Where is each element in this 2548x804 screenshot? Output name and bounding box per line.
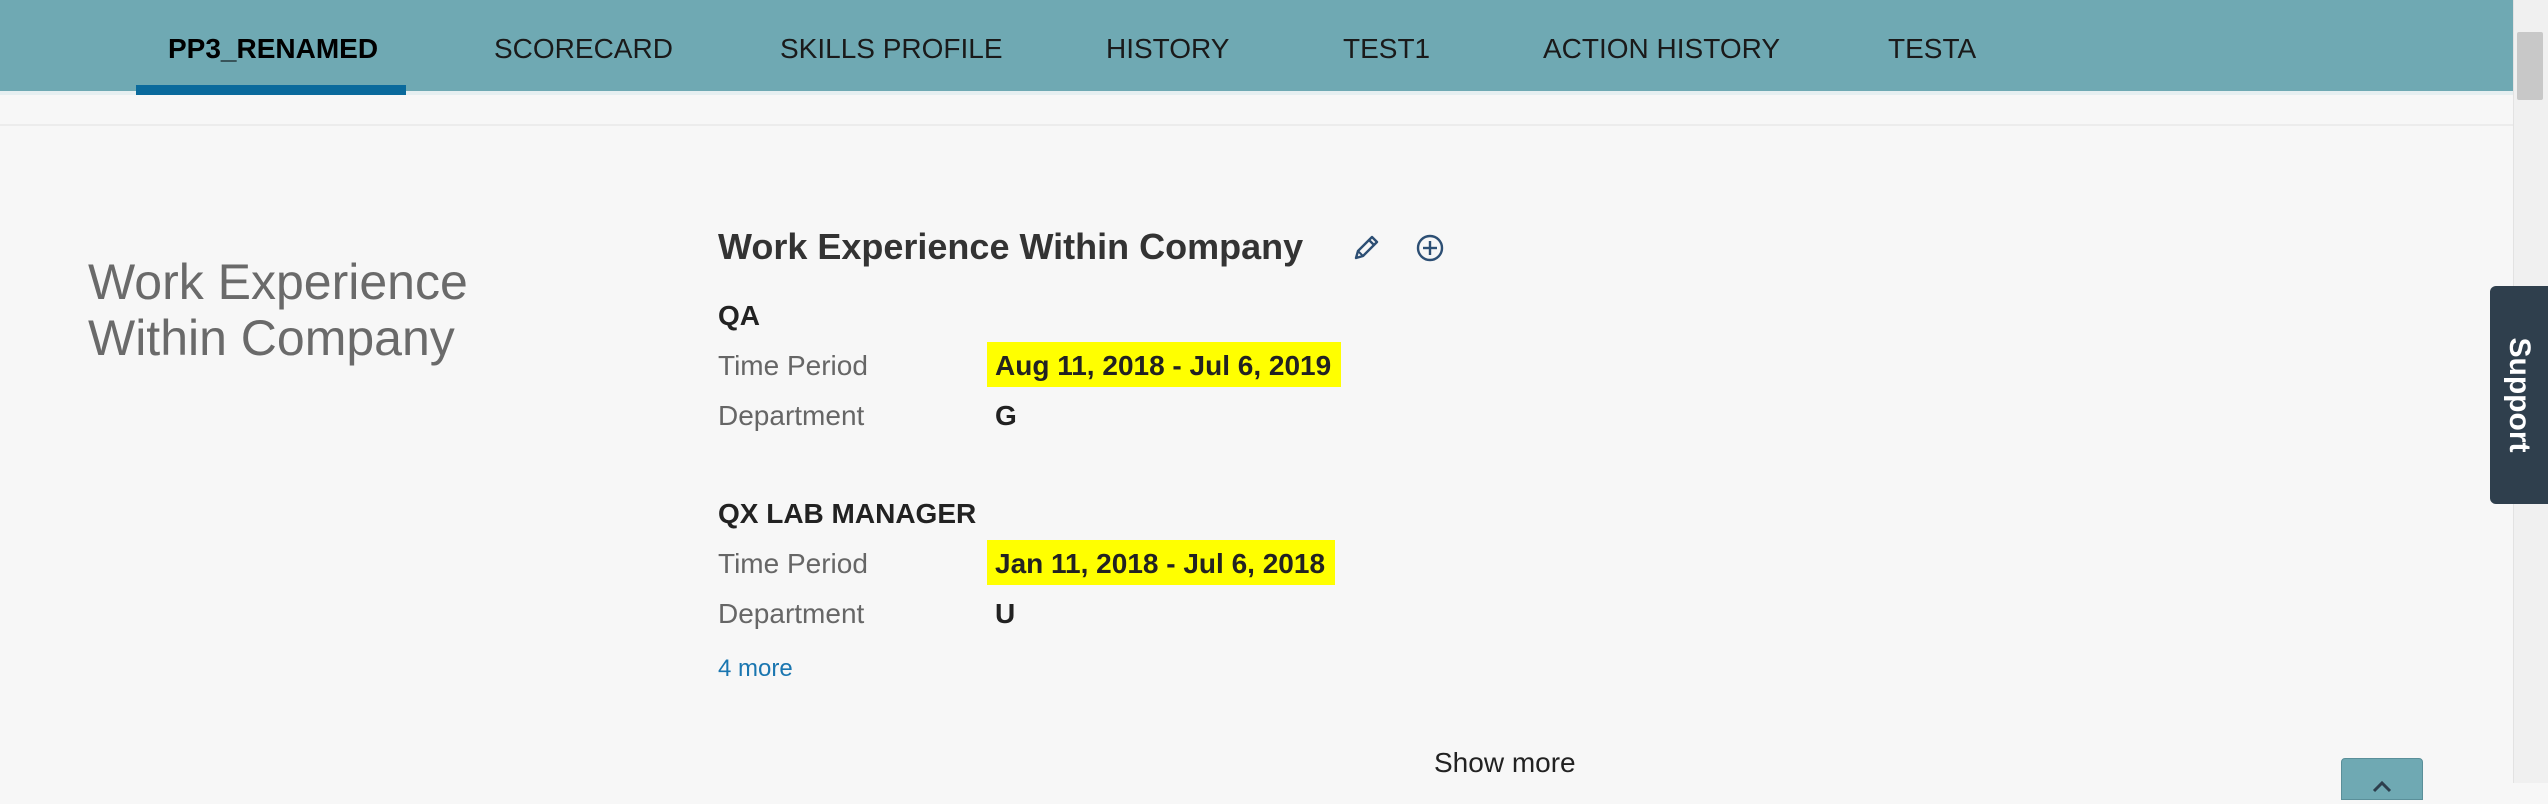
tab-action-history[interactable]: ACTION HISTORY bbox=[1543, 0, 1780, 93]
pencil-icon[interactable] bbox=[1348, 230, 1384, 266]
job-title: QA bbox=[718, 300, 760, 331]
more-entries-link[interactable]: 4 more bbox=[718, 655, 793, 683]
card-title: Work Experience Within Company bbox=[718, 226, 1304, 267]
time-period-value: Jan 11, 2018 - Jul 6, 2018 bbox=[987, 540, 1336, 585]
chevron-up-icon bbox=[2372, 780, 2392, 793]
tab-testa[interactable]: TESTA bbox=[1888, 0, 1976, 93]
scrollbar-thumb[interactable] bbox=[2517, 32, 2543, 100]
tab-test1[interactable]: TEST1 bbox=[1343, 0, 1430, 93]
time-period-label: Time Period bbox=[718, 350, 868, 381]
support-tab[interactable]: Support bbox=[2490, 286, 2548, 504]
job-title: QX LAB MANAGER bbox=[718, 498, 977, 529]
time-period-value: Aug 11, 2018 - Jul 6, 2019 bbox=[987, 342, 1342, 387]
section-title: Work Experience Within Company bbox=[88, 254, 468, 366]
tab-history[interactable]: HISTORY bbox=[1106, 0, 1229, 93]
plus-circle-icon[interactable] bbox=[1412, 230, 1448, 266]
tab-scorecard[interactable]: SCORECARD bbox=[494, 0, 673, 93]
header-divider bbox=[0, 124, 2513, 126]
department-value: U bbox=[995, 598, 1016, 629]
department-label: Department bbox=[718, 598, 865, 629]
support-label: Support bbox=[2503, 337, 2536, 453]
active-tab-indicator bbox=[136, 85, 406, 95]
tab-pp3-renamed[interactable]: PP3_RENAMED bbox=[168, 0, 378, 93]
time-period-label: Time Period bbox=[718, 548, 868, 579]
department-value: G bbox=[995, 400, 1017, 431]
back-to-top-button[interactable] bbox=[2341, 758, 2423, 800]
tab-skills-profile[interactable]: SKILLS PROFILE bbox=[780, 0, 1003, 93]
show-more-button[interactable]: Show more bbox=[1434, 747, 1576, 779]
department-label: Department bbox=[718, 400, 865, 431]
